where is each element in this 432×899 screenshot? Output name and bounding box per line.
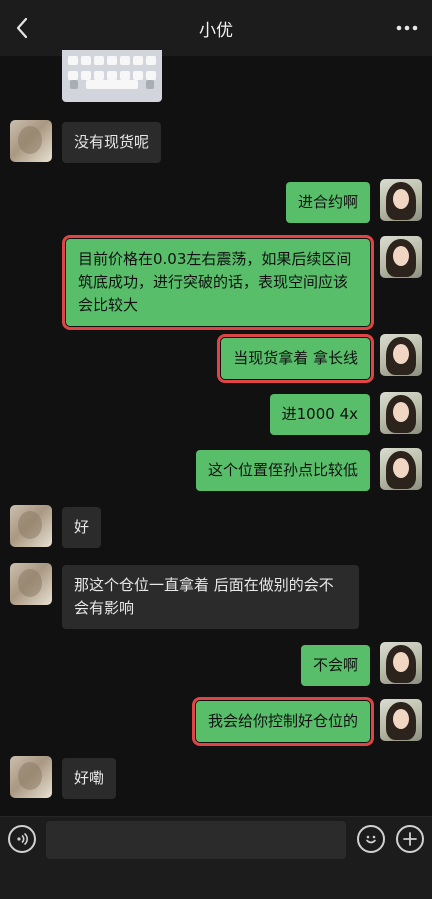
image-message[interactable] [62,50,162,102]
contact-avatar[interactable] [10,120,52,162]
contact-avatar[interactable] [10,505,52,547]
voice-icon [17,832,28,846]
message-bubble[interactable]: 这个位置侄孙点比较低 [195,450,370,491]
message-bubble[interactable]: 当现货拿着 拿长线 [217,334,374,383]
message-bubble[interactable]: 好 [62,507,102,548]
input-bar [0,816,432,899]
message-input[interactable] [46,821,346,859]
my-avatar[interactable] [380,642,422,684]
contact-avatar[interactable] [10,563,52,605]
top-bar: 小优 [0,0,432,56]
my-avatar[interactable] [380,334,422,376]
message-bubble[interactable]: 不会啊 [300,645,370,686]
chat-title: 小优 [199,21,233,41]
plus-button[interactable] [396,825,424,853]
message-bubble[interactable]: 进1000 4x [269,394,370,435]
plus-icon [403,832,417,846]
emoji-icon [366,835,376,844]
message-bubble[interactable]: 没有现货呢 [62,122,162,163]
my-avatar[interactable] [380,179,422,221]
more-dots-icon [396,25,418,31]
message-bubble[interactable]: 好嘞 [62,758,117,799]
contact-avatar[interactable] [10,756,52,798]
voice-button[interactable] [8,825,36,853]
message-bubble[interactable]: 那这个仓位一直拿着 后面在做别的会不会有影响 [62,565,359,629]
message-bubble[interactable]: 进合约啊 [285,182,370,223]
message-bubble[interactable]: 我会给你控制好仓位的 [191,697,375,746]
my-avatar[interactable] [380,699,422,741]
my-avatar[interactable] [380,448,422,490]
my-avatar[interactable] [380,236,422,278]
emoji-button[interactable] [357,825,385,853]
my-avatar[interactable] [380,392,422,434]
more-button[interactable] [392,14,422,42]
chat-area[interactable]: 没有现货呢 进合约啊 目前价格在0.03左右震荡，如果后续区间筑底成功，进行突破… [0,50,432,816]
message-bubble[interactable]: 目前价格在0.03左右震荡，如果后续区间筑底成功，进行突破的话，表现空间应该会比… [62,235,374,330]
